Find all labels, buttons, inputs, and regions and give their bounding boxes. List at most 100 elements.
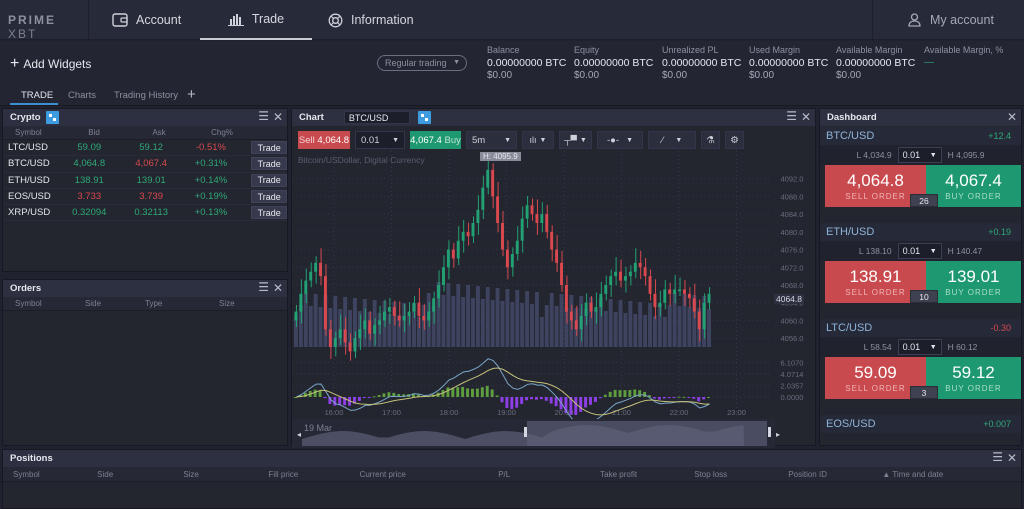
macd-histogram-bar — [490, 389, 494, 397]
my-account-button[interactable]: My account — [908, 0, 994, 40]
trade-button[interactable]: Trade — [251, 173, 287, 187]
candle-body — [422, 316, 426, 321]
quantity-select[interactable]: 0.01 ▼ — [897, 243, 942, 259]
candle-body — [427, 311, 431, 321]
close-icon[interactable]: ✕ — [273, 281, 283, 295]
metric-equity: Equity 0.00000000 BTC $0.00 — [574, 45, 653, 81]
tab-trading-history[interactable]: Trading History — [114, 90, 178, 101]
macd-histogram-bar — [677, 396, 681, 398]
close-icon[interactable]: ✕ — [801, 110, 811, 124]
column-header[interactable]: Chg% — [184, 128, 246, 137]
crypto-row[interactable]: BTC/USD 4,064.8 4,067.4 +0.31% Trade — [3, 156, 287, 173]
dashboard-items: BTC/USD +12.4 › L 4,034.9 0.01 ▼ H 4,095.9 4,06… — [820, 127, 1021, 433]
link-icon[interactable] — [417, 111, 431, 124]
instrument-header[interactable]: LTC/USD -0.30 › — [820, 319, 1021, 337]
candle-body — [402, 316, 406, 321]
chart-toolbar: Sell 4,064.8 0.01 ▼ 4,067.4 Buy 5m ▼ ılı ▼ … — [298, 131, 744, 149]
chevron-right-icon[interactable]: › — [1020, 130, 1021, 142]
quantity-select[interactable]: 0.01 ▼ — [355, 131, 405, 149]
column-header[interactable]: P/L — [498, 470, 600, 479]
tab-trade[interactable]: TRADE — [21, 90, 53, 101]
column-header[interactable]: Symbol — [3, 299, 83, 308]
instrument-header[interactable]: EOS/USD +0.007 › — [820, 415, 1021, 433]
metric-label: Balance — [487, 45, 520, 55]
sell-button[interactable]: Sell 4,064.8 — [298, 131, 350, 149]
macd-histogram-bar — [446, 387, 450, 397]
trading-mode-select[interactable]: Regular trading ▼ — [377, 55, 467, 71]
symbol-input[interactable]: BTC/USD — [343, 111, 410, 124]
macd-histogram-bar — [549, 397, 553, 404]
volume-bar — [657, 304, 662, 347]
tab-charts[interactable]: Charts — [68, 90, 96, 101]
close-icon[interactable]: ✕ — [1007, 451, 1017, 465]
column-header[interactable]: Size — [219, 299, 279, 308]
column-header[interactable]: Side — [97, 470, 183, 479]
column-header[interactable]: Type — [145, 299, 219, 308]
crypto-row[interactable]: XRP/USD 0.32094 0.32113 +0.13% Trade — [3, 205, 287, 222]
menu-icon[interactable]: ☰ — [992, 450, 1003, 464]
link-icon[interactable] — [45, 111, 59, 124]
column-header[interactable]: Stop loss — [694, 470, 788, 479]
column-header[interactable]: Ask — [116, 128, 184, 137]
buy-order-button[interactable]: 59.12 BUY ORDER — [925, 357, 1021, 399]
interval-select[interactable]: 5m ▼ — [466, 131, 517, 149]
close-icon[interactable]: ✕ — [1007, 110, 1017, 124]
chart-type-button[interactable]: ılı ▼ — [522, 131, 554, 149]
crypto-row[interactable]: ETH/USD 138.91 139.01 +0.14% Trade — [3, 173, 287, 189]
metric-usd: $0.00 — [662, 70, 688, 81]
column-header[interactable]: Bid — [58, 128, 116, 137]
price-chart[interactable]: 4092.0 4088.0 4084.0 4080.0 4076.0 4072.0 4068… — [292, 151, 815, 448]
volume-bar — [313, 294, 318, 347]
column-header[interactable]: Symbol — [3, 128, 58, 137]
add-tab-button[interactable]: + — [187, 86, 196, 103]
buy-order-button[interactable]: 4,067.4 BUY ORDER — [925, 165, 1021, 207]
trade-button[interactable]: Trade — [251, 141, 287, 155]
menu-icon[interactable]: ☰ — [258, 109, 269, 123]
nav-trade[interactable]: Trade — [200, 0, 312, 40]
timezone-button[interactable]: -●- ▼ — [597, 131, 643, 149]
line-tool-icon: ⁄ — [661, 134, 664, 146]
trade-button[interactable]: Trade — [251, 206, 287, 220]
column-header[interactable]: Size — [183, 470, 268, 479]
buy-button[interactable]: 4,067.4 Buy — [410, 131, 461, 149]
column-header[interactable]: Take profit — [600, 470, 694, 479]
candle-body — [687, 293, 691, 299]
price-tick-label: 4084.0 — [781, 210, 804, 219]
column-header[interactable]: ▲ Time and date — [882, 470, 1021, 479]
menu-icon[interactable]: ☰ — [258, 280, 269, 294]
add-widgets-button[interactable]: + Add Widgets — [10, 56, 91, 72]
prime-xbt-logo[interactable]: PRIME XBT — [8, 13, 88, 41]
candle-body — [324, 276, 327, 330]
settings-button[interactable]: ⚙ — [725, 131, 744, 149]
chevron-right-icon[interactable]: › — [1020, 322, 1021, 334]
macd-histogram-bar — [367, 397, 371, 398]
studies-button[interactable]: ⚗ — [701, 131, 720, 149]
column-header[interactable]: Current price — [360, 470, 499, 479]
caret-down-icon: ▼ — [539, 136, 547, 144]
column-header[interactable]: Symbol — [3, 470, 97, 479]
buy-order-button[interactable]: 139.01 BUY ORDER — [925, 261, 1021, 303]
metric-value: — — [924, 57, 934, 68]
crypto-row[interactable]: LTC/USD 59.09 59.12 -0.51% Trade — [3, 140, 287, 157]
drawing-tools-button[interactable]: ⁄ ▼ — [648, 131, 696, 149]
nav-information[interactable]: Information — [328, 0, 414, 40]
close-icon[interactable]: ✕ — [273, 110, 283, 124]
menu-icon[interactable]: ☰ — [786, 109, 797, 123]
chevron-right-icon[interactable]: › — [1020, 418, 1021, 430]
instrument-header[interactable]: BTC/USD +12.4 › — [820, 127, 1021, 145]
candle-body — [584, 302, 588, 316]
quantity-select[interactable]: 0.01 ▼ — [897, 339, 942, 355]
trade-button[interactable]: Trade — [251, 157, 287, 171]
chevron-right-icon[interactable]: › — [1020, 226, 1021, 238]
column-header[interactable]: Fill price — [268, 470, 359, 479]
trade-button[interactable]: Trade — [251, 190, 287, 204]
quantity-select[interactable]: 0.01 ▼ — [897, 147, 942, 163]
price-tick-label: 4092.0 — [781, 175, 804, 184]
instrument-header[interactable]: ETH/USD +0.19 › — [820, 223, 1021, 241]
nav-account[interactable]: Account — [112, 0, 181, 40]
column-header[interactable]: Side — [83, 299, 145, 308]
column-header[interactable]: Position ID — [788, 470, 882, 479]
crypto-row[interactable]: EOS/USD 3.733 3.739 +0.19% Trade — [3, 189, 287, 206]
chart-area[interactable]: 4092.0 4088.0 4084.0 4080.0 4076.0 4072.0 4068… — [292, 151, 820, 448]
indicators-button[interactable]: ┬▀ ▼ — [559, 131, 592, 149]
